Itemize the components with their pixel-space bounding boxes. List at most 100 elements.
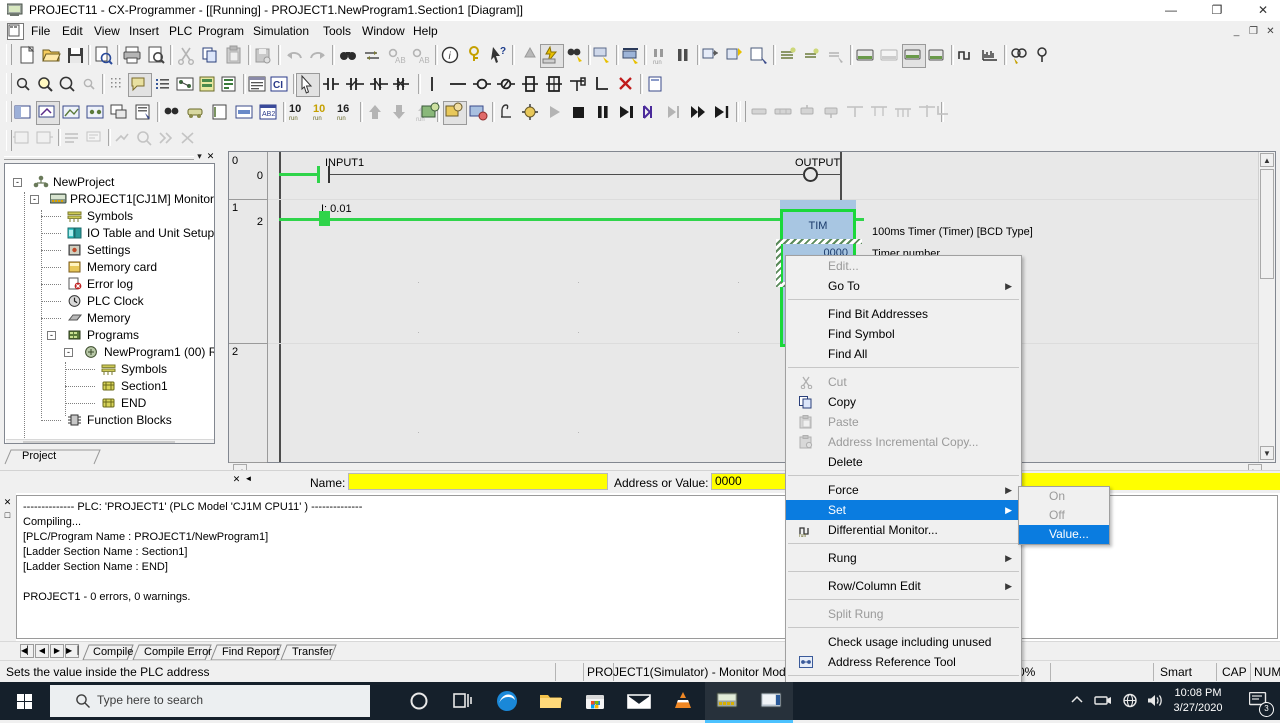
io-comment-view-button[interactable]: CI: [268, 73, 290, 95]
monitor-mode-button[interactable]: [700, 44, 722, 66]
show-all-symbols-button[interactable]: [185, 101, 207, 123]
transfer-down-button[interactable]: [388, 101, 410, 123]
scroll-left-arrow[interactable]: ‹: [7, 441, 21, 443]
monitor-decimal-signed-button[interactable]: 10 run: [311, 101, 333, 123]
scroll-right-arrow[interactable]: ›: [198, 441, 212, 443]
search-box[interactable]: Type here to search: [50, 685, 370, 717]
toggle-cross-reference-button[interactable]: [84, 101, 106, 123]
fb-instance-button[interactable]: [12, 128, 34, 150]
memory-view-alt-button[interactable]: [878, 44, 900, 66]
ladder-canvas[interactable]: INPUT1 OUTPUT I: 0.01 TIM 0000 100ms Tim…: [268, 152, 1259, 462]
symbols-edit-button[interactable]: [801, 44, 823, 66]
microsoft-store-icon[interactable]: [573, 682, 617, 720]
vertical-line-button[interactable]: [421, 73, 443, 95]
memory-view-button[interactable]: [854, 44, 876, 66]
zoom-out-button[interactable]: [34, 73, 56, 95]
task-view-icon[interactable]: [441, 682, 485, 720]
context-menu-item-go-to[interactable]: Go To ▶: [786, 276, 1021, 296]
memory-monitor-button[interactable]: [902, 44, 926, 68]
ladder-diagram-pane[interactable]: 0 0 1 2 2 INPUT1 OUTPUT I: 0.01 TIM 0000…: [228, 151, 1276, 463]
new-pc-instruction-button[interactable]: [567, 73, 589, 95]
menu-simulation[interactable]: Simulation: [248, 23, 314, 39]
context-menu-item-address-incremental-copy[interactable]: Address Incremental Copy...: [786, 432, 1021, 452]
compare-with-plc-button[interactable]: [564, 44, 586, 66]
output-tab-find-report[interactable]: Find Report: [222, 644, 279, 660]
sim-stop-button[interactable]: [467, 101, 489, 123]
show-address-button[interactable]: [196, 73, 218, 95]
pause-scan-button[interactable]: [495, 101, 517, 123]
upload-arrow-button[interactable]: [340, 101, 362, 123]
output-tab-transfer[interactable]: Transfer: [292, 644, 333, 660]
print-preview-button[interactable]: [145, 44, 167, 66]
new-contact-nc-button[interactable]: [368, 73, 390, 95]
tree-expander-newprogram1[interactable]: -: [64, 348, 73, 357]
set-submenu[interactable]: On Off Value...: [1018, 486, 1110, 545]
mdi-minimize-button[interactable]: _: [1229, 25, 1244, 38]
context-help-button[interactable]: ?: [487, 44, 509, 66]
open-button[interactable]: [40, 44, 62, 66]
context-menu-item-paste[interactable]: Paste: [786, 412, 1021, 432]
context-menu-item-edit[interactable]: Edit...: [786, 256, 1021, 276]
info-button[interactable]: i: [439, 44, 461, 66]
tree-expander-newproject[interactable]: -: [13, 178, 22, 187]
zoom-fit-button[interactable]: [56, 73, 78, 95]
project-tree[interactable]: NewProject - PROJECT1[CJ1M] Monitor Mod …: [4, 163, 215, 444]
transfer-up-button[interactable]: [364, 101, 386, 123]
rung0-output-coil[interactable]: [803, 167, 818, 182]
output-pin-button[interactable]: □: [2, 510, 13, 521]
new-contact-no-button[interactable]: [320, 73, 342, 95]
align-bottom-button[interactable]: [820, 101, 842, 123]
print-button[interactable]: [121, 44, 143, 66]
new-instruction-button[interactable]: [519, 73, 541, 95]
tab-project[interactable]: Project: [22, 450, 56, 462]
context-menu-item-rung[interactable]: Rung ▶: [786, 548, 1021, 568]
menu-insert[interactable]: Insert: [124, 23, 164, 39]
step-in-button[interactable]: [639, 101, 661, 123]
run-program-button[interactable]: run: [648, 44, 670, 66]
align-center-button[interactable]: [772, 101, 794, 123]
show-rung-comments-button[interactable]: [174, 73, 196, 95]
transfer-to-plc-button[interactable]: [591, 44, 613, 66]
output-close-button[interactable]: ✕: [2, 497, 13, 508]
context-menu-item-check-usage[interactable]: Check usage including unused: [786, 632, 1021, 652]
toolbar-grip[interactable]: [6, 44, 12, 65]
show-comments-button[interactable]: [128, 73, 152, 97]
align-right-button[interactable]: [796, 101, 818, 123]
horizontal-line-button[interactable]: [447, 73, 469, 95]
ladder-text-button[interactable]: [62, 128, 84, 150]
sim-monitor-button[interactable]: [443, 101, 467, 125]
watch-close-button[interactable]: ✕: [231, 474, 242, 485]
menu-tools[interactable]: Tools: [318, 23, 356, 39]
tab-next-button[interactable]: ▶: [50, 644, 64, 658]
toggle-project-workspace-button[interactable]: [12, 101, 34, 123]
menu-help[interactable]: Help: [408, 23, 443, 39]
output-tab-compile-error[interactable]: Compile Error: [144, 644, 212, 660]
show-grid-button[interactable]: [106, 73, 128, 95]
window-minimize-button[interactable]: —: [1148, 0, 1194, 21]
sim-run-button[interactable]: [419, 101, 441, 123]
fb-compile-button[interactable]: [112, 128, 134, 150]
tab-first-button[interactable]: ◀▏: [20, 644, 34, 658]
transfer-from-plc-button[interactable]: [620, 44, 642, 66]
new-rung-corner-button[interactable]: [591, 73, 613, 95]
context-menu-item-find-symbol[interactable]: Find Symbol: [786, 324, 1021, 344]
ladder-context-menu[interactable]: Edit... Go To ▶ Find Bit Addresses Find …: [785, 255, 1022, 682]
new-contact-down-button[interactable]: [392, 73, 414, 95]
tree-expander-programs[interactable]: -: [47, 331, 56, 340]
find-button[interactable]: [337, 44, 359, 66]
rung1-contact[interactable]: [319, 211, 330, 226]
vlc-icon[interactable]: [661, 682, 705, 720]
work-online-simulator-button[interactable]: [540, 44, 564, 68]
replace-button[interactable]: [361, 44, 383, 66]
find-in-all-button[interactable]: AB: [385, 44, 407, 66]
context-menu-item-differential-monitor[interactable]: run Differential Monitor...: [786, 520, 1021, 540]
paste-button[interactable]: [223, 44, 245, 66]
wrap-button[interactable]: [932, 101, 954, 123]
tree-expander-project1[interactable]: -: [30, 195, 39, 204]
distribute-vertical-button[interactable]: [844, 101, 866, 123]
differential-monitor-button[interactable]: [955, 44, 977, 66]
force-off-button[interactable]: [1032, 44, 1054, 66]
context-menu-item-delete[interactable]: Delete: [786, 452, 1021, 472]
zoom-in-button[interactable]: [12, 73, 34, 95]
replace-all-button[interactable]: AB: [409, 44, 431, 66]
